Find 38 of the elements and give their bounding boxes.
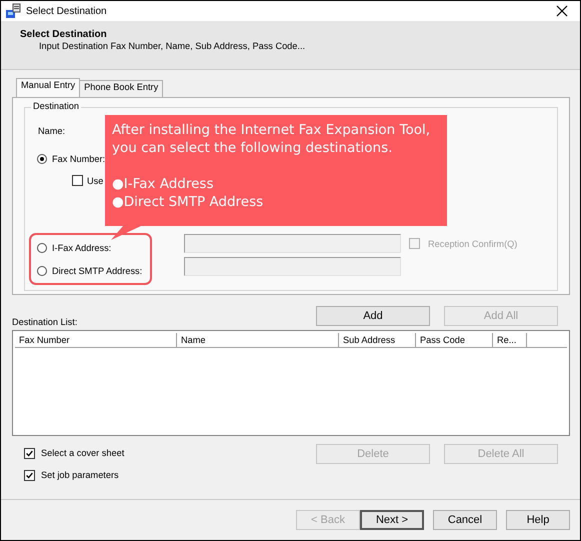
checkbox-label: Set job parameters [41,470,119,480]
column-header[interactable]: Name [177,333,339,347]
radio-label: Direct SMTP Address: [52,266,142,276]
radio-label: I-Fax Address: [52,242,112,252]
column-header[interactable]: Sub Address [339,333,416,347]
radio-button[interactable] [37,242,47,252]
checkbox-label: Reception Confirm(Q) [428,238,518,248]
input-field[interactable] [184,257,401,276]
footer-button[interactable]: Help [506,510,570,530]
close-icon[interactable] [556,5,568,17]
header-title: Select Destination [20,29,108,40]
checkbox-label: Select a cover sheet [41,448,124,458]
input-field[interactable] [184,234,401,253]
list-label: Destination List: [12,317,78,327]
tab[interactable]: Phone Book Entry [79,80,164,97]
column-header[interactable]: Pass Code [416,333,493,347]
column-header[interactable]: Re... [493,333,527,347]
name-label: Name: [38,126,66,136]
column-header[interactable]: Fax Number [15,333,177,347]
checkbox[interactable] [72,175,83,186]
radio-label: Fax Number: [52,154,106,164]
group-legend: Destination [31,101,81,111]
header-subtitle: Input Destination Fax Number, Name, Sub Address, Pass Code... [38,41,306,51]
radio-button[interactable] [37,154,47,164]
footer-button[interactable]: Cancel [433,510,497,530]
callout-bullet: ●Direct SMTP Address [112,193,264,211]
footer-button[interactable]: Next > [360,510,424,530]
radio-button[interactable] [37,266,47,276]
callout-text: After installing the Internet Fax Expansion Tool, [112,121,432,139]
callout-bullet: ●I-Fax Address [112,175,214,193]
checkbox[interactable] [24,470,35,480]
checkbox-label: Use [87,176,104,186]
tab[interactable]: Manual Entry [16,78,80,97]
fax-machine-icon [5,3,21,19]
list-button[interactable]: Add [316,306,430,326]
callout-text: you can select the following destinations. [112,139,394,157]
checkbox[interactable] [24,448,35,458]
window-title: Select Destination [26,6,108,16]
